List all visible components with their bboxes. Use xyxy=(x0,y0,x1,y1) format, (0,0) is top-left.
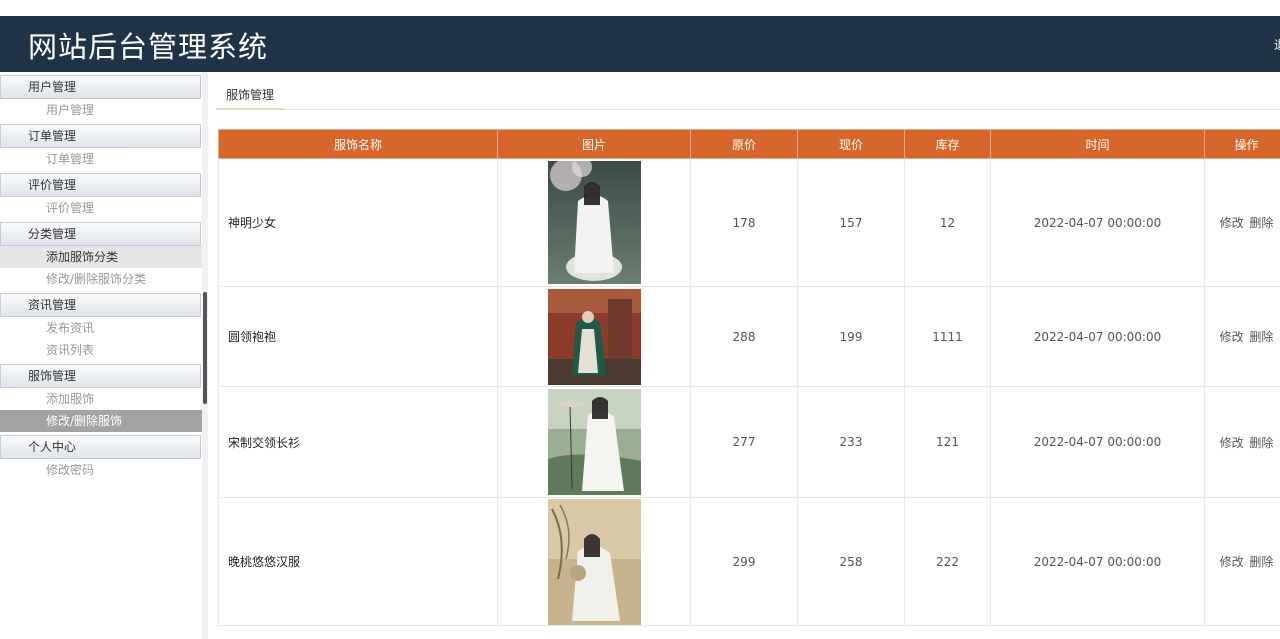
sidebar-item-review-manage[interactable]: 评价管理 xyxy=(0,197,203,219)
cell-actions: 修改 删除 xyxy=(1204,386,1280,498)
logout-link[interactable]: 退 xyxy=(1274,36,1280,53)
top-gap xyxy=(0,0,1280,16)
col-header-actions: 操作 xyxy=(1204,129,1280,159)
cell-image xyxy=(497,386,691,498)
sidebar-item-add-clothing[interactable]: 添加服饰 xyxy=(0,388,203,410)
table-row: 圆领袍袍 288 199 1111 2022-04-07 00:00:00 修改… xyxy=(218,286,1280,387)
app-header: 网站后台管理系统 退 xyxy=(0,16,1280,72)
sidebar-group-order[interactable]: 订单管理 xyxy=(0,124,201,148)
table-header-row: 服饰名称 图片 原价 现价 库存 时间 操作 xyxy=(218,129,1280,159)
cell-price: 157 xyxy=(797,158,905,287)
table-row: 宋制交领长衫 277 233 121 2022-04-07 00:00:00 修… xyxy=(218,386,1280,498)
main-content: 服饰管理 服饰名称 图片 原价 现价 库存 时间 操作 神明少女 178 157… xyxy=(208,72,1280,639)
col-header-orig-price: 原价 xyxy=(690,129,798,159)
tab-bar: 服饰管理 xyxy=(216,82,1280,110)
cell-name: 晚桃悠悠汉服 xyxy=(218,497,498,626)
cell-image xyxy=(497,286,691,387)
cell-time: 2022-04-07 00:00:00 xyxy=(990,158,1205,287)
cell-orig-price: 299 xyxy=(690,497,798,626)
cell-orig-price: 178 xyxy=(690,158,798,287)
table-row: 晚桃悠悠汉服 299 258 222 2022-04-07 00:00:00 修… xyxy=(218,497,1280,626)
sidebar-group-news[interactable]: 资讯管理 xyxy=(0,293,201,317)
sidebar-scroll-thumb[interactable] xyxy=(203,292,207,404)
cell-name: 神明少女 xyxy=(218,158,498,287)
cell-stock: 121 xyxy=(904,386,991,498)
cell-price: 199 xyxy=(797,286,905,387)
sidebar-item-news-list[interactable]: 资讯列表 xyxy=(0,339,203,361)
cell-image xyxy=(497,158,691,287)
sidebar-item-user-manage[interactable]: 用户管理 xyxy=(0,99,203,121)
sidebar-group-profile[interactable]: 个人中心 xyxy=(0,435,201,459)
cell-stock: 1111 xyxy=(904,286,991,387)
cell-time: 2022-04-07 00:00:00 xyxy=(990,386,1205,498)
cell-price: 233 xyxy=(797,386,905,498)
edit-link[interactable]: 修改 xyxy=(1220,436,1244,450)
sidebar-item-edit-clothing[interactable]: 修改/删除服饰 xyxy=(0,410,203,432)
product-image xyxy=(547,498,641,625)
col-header-name: 服饰名称 xyxy=(218,129,498,159)
sidebar-group-review[interactable]: 评价管理 xyxy=(0,173,201,197)
cell-actions: 修改 删除 xyxy=(1204,286,1280,387)
cell-price: 258 xyxy=(797,497,905,626)
cell-actions: 修改 删除 xyxy=(1204,158,1280,287)
sidebar-item-edit-category[interactable]: 修改/删除服饰分类 xyxy=(0,268,203,290)
col-header-stock: 库存 xyxy=(904,129,991,159)
table-row: 神明少女 178 157 12 2022-04-07 00:00:00 修改 删… xyxy=(218,158,1280,287)
cell-stock: 12 xyxy=(904,158,991,287)
product-image xyxy=(547,288,641,385)
sidebar-group-user[interactable]: 用户管理 xyxy=(0,75,201,99)
clothing-table: 服饰名称 图片 原价 现价 库存 时间 操作 神明少女 178 157 12 2… xyxy=(218,129,1280,626)
cell-orig-price: 277 xyxy=(690,386,798,498)
col-header-image: 图片 xyxy=(497,129,691,159)
delete-link[interactable]: 删除 xyxy=(1249,555,1273,569)
sidebar-item-change-password[interactable]: 修改密码 xyxy=(0,459,203,481)
cell-stock: 222 xyxy=(904,497,991,626)
cell-image xyxy=(497,497,691,626)
cell-orig-price: 288 xyxy=(690,286,798,387)
edit-link[interactable]: 修改 xyxy=(1220,555,1244,569)
cell-time: 2022-04-07 00:00:00 xyxy=(990,286,1205,387)
cell-time: 2022-04-07 00:00:00 xyxy=(990,497,1205,626)
cell-actions: 修改 删除 xyxy=(1204,497,1280,626)
product-image xyxy=(547,161,641,284)
delete-link[interactable]: 删除 xyxy=(1249,330,1273,344)
col-header-price: 现价 xyxy=(797,129,905,159)
sidebar-item-order-manage[interactable]: 订单管理 xyxy=(0,148,203,170)
delete-link[interactable]: 删除 xyxy=(1249,216,1273,230)
delete-link[interactable]: 删除 xyxy=(1249,436,1273,450)
sidebar: 用户管理 用户管理 订单管理 订单管理 评价管理 评价管理 分类管理 添加服饰分… xyxy=(0,72,204,639)
sidebar-item-publish-news[interactable]: 发布资讯 xyxy=(0,317,203,339)
edit-link[interactable]: 修改 xyxy=(1220,330,1244,344)
sidebar-group-clothing[interactable]: 服饰管理 xyxy=(0,364,201,388)
edit-link[interactable]: 修改 xyxy=(1220,216,1244,230)
product-image xyxy=(547,389,641,495)
sidebar-group-category[interactable]: 分类管理 xyxy=(0,222,201,246)
cell-name: 宋制交领长衫 xyxy=(218,386,498,498)
cell-name: 圆领袍袍 xyxy=(218,286,498,387)
app-title: 网站后台管理系统 xyxy=(28,30,269,64)
sidebar-item-add-category[interactable]: 添加服饰分类 xyxy=(0,246,203,268)
tab-clothing-manage[interactable]: 服饰管理 xyxy=(216,82,285,110)
col-header-time: 时间 xyxy=(990,129,1205,159)
